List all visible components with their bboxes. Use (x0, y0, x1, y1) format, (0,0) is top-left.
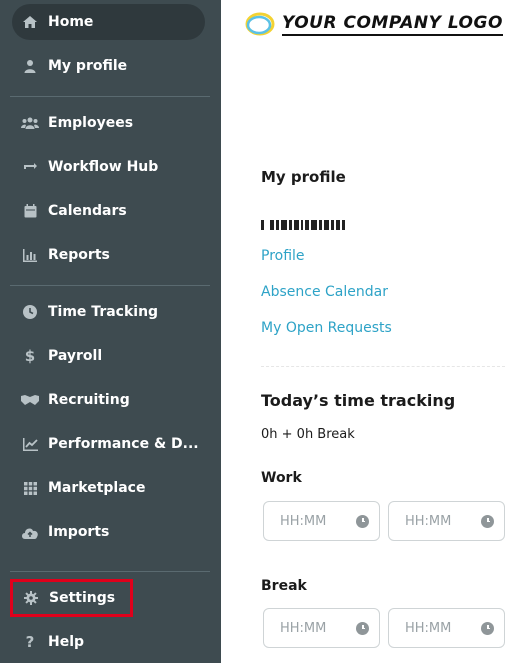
work-start-input[interactable]: HH:MM (263, 501, 380, 541)
section-divider (261, 366, 505, 367)
sidebar-item-label: Imports (48, 524, 110, 540)
placeholder: HH:MM (280, 620, 327, 636)
sidebar-item-recruiting[interactable]: Recruiting (12, 382, 205, 418)
question-icon: ? (25, 633, 35, 651)
break-label: Break (261, 578, 307, 594)
profile-link[interactable]: Profile (261, 248, 305, 264)
placeholder: HH:MM (280, 513, 327, 529)
sidebar-item-label: My profile (48, 58, 128, 74)
break-start-input[interactable]: HH:MM (263, 608, 380, 648)
sidebar-item-reports[interactable]: Reports (12, 237, 205, 273)
sidebar-item-label: Calendars (48, 203, 127, 219)
open-requests-link[interactable]: My Open Requests (261, 320, 392, 336)
sidebar-divider (10, 285, 210, 286)
sidebar-item-performance[interactable]: Performance & D... (12, 426, 205, 462)
sidebar-item-label: Time Tracking (48, 304, 159, 320)
gear-icon (13, 591, 49, 605)
workflow-icon (12, 161, 48, 173)
sidebar-item-home[interactable]: Home (12, 4, 205, 40)
sidebar: Home My profile Employees Workflow Hub C… (0, 0, 221, 663)
company-logo[interactable]: YOUR COMPANY LOGO (244, 10, 503, 38)
sidebar-item-imports[interactable]: Imports (12, 514, 205, 550)
sidebar-item-label: Help (48, 634, 85, 650)
sidebar-item-label: Payroll (48, 348, 103, 364)
sidebar-item-label: Workflow Hub (48, 159, 159, 175)
redacted-name (261, 220, 391, 230)
sidebar-item-time-tracking[interactable]: Time Tracking (12, 294, 205, 330)
people-icon (12, 117, 48, 129)
placeholder: HH:MM (405, 620, 452, 636)
time-tracking-title: Today’s time tracking (261, 391, 456, 410)
sidebar-item-label: Reports (48, 247, 110, 263)
work-end-input[interactable]: HH:MM (388, 501, 505, 541)
page-title: My profile (261, 168, 346, 186)
break-end-input[interactable]: HH:MM (388, 608, 505, 648)
clock-icon (356, 514, 369, 528)
grid-icon (12, 481, 48, 495)
sidebar-item-label: Home (48, 14, 94, 30)
sidebar-item-workflow-hub[interactable]: Workflow Hub (12, 149, 205, 185)
clock-icon (481, 514, 494, 528)
reports-icon (12, 248, 48, 262)
sidebar-item-label: Recruiting (48, 392, 130, 408)
sidebar-item-marketplace[interactable]: Marketplace (12, 470, 205, 506)
home-icon (12, 15, 48, 29)
chart-icon (12, 437, 48, 451)
sidebar-item-my-profile[interactable]: My profile (12, 48, 205, 84)
absence-calendar-link[interactable]: Absence Calendar (261, 284, 388, 300)
clock-icon (356, 621, 369, 635)
placeholder: HH:MM (405, 513, 452, 529)
sidebar-item-label: Employees (48, 115, 134, 131)
user-icon (12, 59, 48, 73)
sidebar-item-help[interactable]: ? Help (12, 624, 205, 660)
sidebar-divider (10, 571, 210, 572)
sidebar-item-calendars[interactable]: Calendars (12, 193, 205, 229)
sidebar-item-settings[interactable]: Settings (10, 579, 133, 617)
sidebar-item-employees[interactable]: Employees (12, 105, 205, 141)
sidebar-item-label: Settings (49, 590, 116, 606)
logo-text: YOUR COMPANY LOGO (282, 13, 503, 36)
work-label: Work (261, 470, 302, 486)
time-tracking-summary: 0h + 0h Break (261, 427, 355, 442)
calendar-icon (12, 204, 48, 218)
handshake-icon (12, 394, 48, 406)
clock-icon (481, 621, 494, 635)
sidebar-item-label: Marketplace (48, 480, 146, 496)
dollar-icon: $ (24, 347, 36, 365)
sidebar-divider (10, 96, 210, 97)
clock-icon (12, 305, 48, 319)
sidebar-item-payroll[interactable]: $ Payroll (12, 338, 205, 374)
sidebar-item-label: Performance & D... (48, 436, 199, 452)
cloud-upload-icon (12, 526, 48, 539)
logo-swirl-icon (245, 12, 275, 36)
